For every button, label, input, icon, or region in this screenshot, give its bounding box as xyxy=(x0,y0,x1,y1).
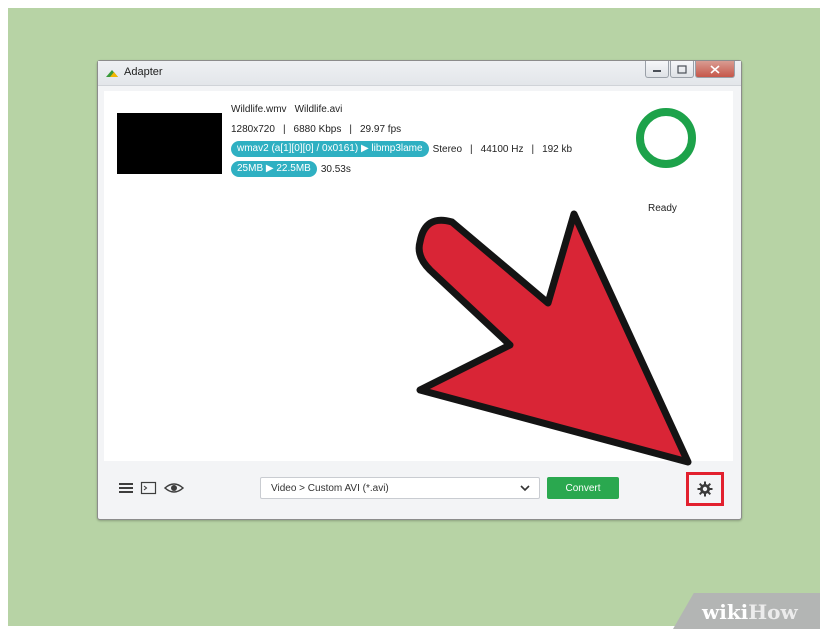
watermark-part1: wiki xyxy=(702,600,749,624)
watermark-part2: How xyxy=(748,600,798,624)
pointer-arrow-annotation xyxy=(415,210,692,466)
watermark-logo: wikiHow xyxy=(702,600,798,624)
